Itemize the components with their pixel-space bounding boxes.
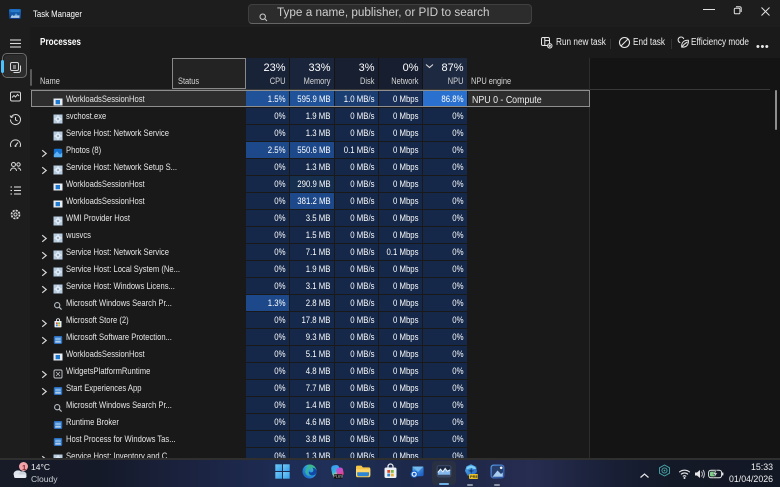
svg-text:PLUS: PLUS <box>333 475 343 479</box>
